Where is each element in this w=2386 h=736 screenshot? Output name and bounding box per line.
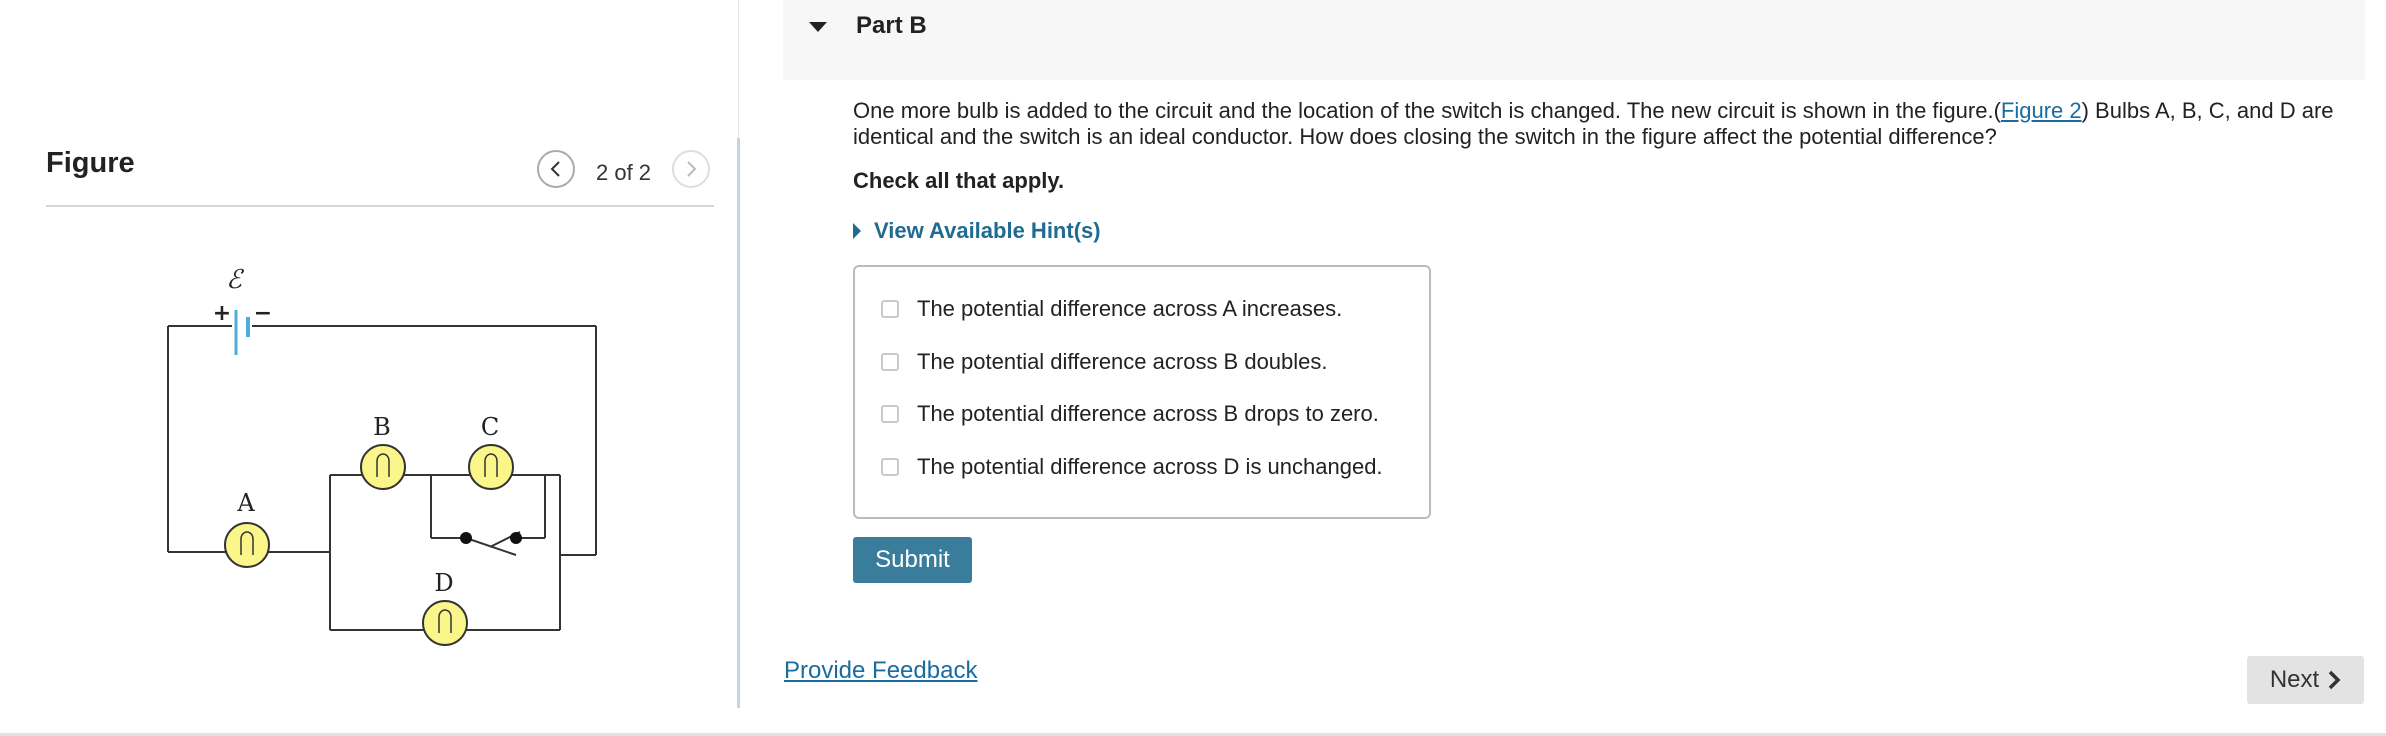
option-checkbox[interactable] [881, 458, 899, 476]
answer-options: The potential difference across A increa… [853, 265, 1431, 519]
bulb-c [468, 444, 514, 490]
emf-label: ℰ [226, 265, 244, 295]
figure-pager: 2 of 2 [596, 160, 652, 185]
switch-contact-right [510, 532, 522, 544]
part-header[interactable]: Part B [783, 0, 2365, 80]
option-b-drops-to-zero[interactable]: The potential difference across B drops … [881, 401, 1379, 427]
next-button[interactable]: Next [2247, 656, 2364, 704]
option-checkbox[interactable] [881, 405, 899, 423]
bulb-d-label: D [434, 569, 453, 597]
instruction-text: Check all that apply. [853, 168, 1065, 193]
option-label: The potential difference across B drops … [917, 401, 1379, 426]
question-text: One more bulb is added to the circuit an… [853, 98, 2343, 150]
question-text-start: One more bulb is added to the circuit an… [853, 98, 2001, 123]
option-label: The potential difference across D is unc… [917, 454, 1383, 479]
bulb-b [360, 444, 406, 490]
caret-down-icon[interactable] [808, 20, 828, 34]
chevron-right-icon [2328, 670, 2341, 690]
minus-label: − [254, 301, 272, 326]
bulb-c-label: C [481, 413, 499, 441]
switch-contact-left [460, 532, 472, 544]
chevron-left-icon [550, 161, 560, 177]
chevron-right-icon [687, 161, 697, 177]
next-button-label: Next [2269, 666, 2320, 693]
bulb-d [422, 600, 468, 646]
next-figure-button[interactable] [672, 150, 710, 188]
circuit-diagram: ℰ + − A B C D [167, 265, 597, 646]
option-a-increases[interactable]: The potential difference across A increa… [881, 296, 1342, 322]
option-label: The potential difference across A increa… [917, 296, 1343, 321]
bulb-a-label: A [236, 489, 255, 517]
bulb-b-label: B [373, 413, 391, 441]
option-checkbox[interactable] [881, 300, 899, 318]
figure-divider [46, 205, 714, 207]
view-hints-label: View Available Hint(s) [874, 218, 1101, 243]
part-title: Part B [856, 12, 927, 39]
caret-right-icon [853, 223, 861, 239]
bulb-a [224, 522, 270, 568]
panel-divider-top [738, 0, 739, 140]
submit-button[interactable]: Submit [853, 537, 972, 583]
view-hints-toggle[interactable]: View Available Hint(s) [852, 218, 1101, 244]
figure-title: Figure [46, 147, 135, 179]
option-d-unchanged[interactable]: The potential difference across D is unc… [881, 454, 1383, 480]
figure-2-link[interactable]: Figure 2 [2001, 98, 2082, 123]
panel-divider [737, 138, 740, 708]
previous-figure-button[interactable] [537, 150, 575, 188]
figure-panel: Figure 2 of 2 ℰ + − A B C D [0, 0, 738, 736]
option-checkbox[interactable] [881, 353, 899, 371]
option-label: The potential difference across B double… [917, 349, 1328, 374]
provide-feedback-link[interactable]: Provide Feedback [784, 657, 977, 685]
plus-label: + [213, 301, 231, 326]
option-b-doubles[interactable]: The potential difference across B double… [881, 349, 1328, 375]
